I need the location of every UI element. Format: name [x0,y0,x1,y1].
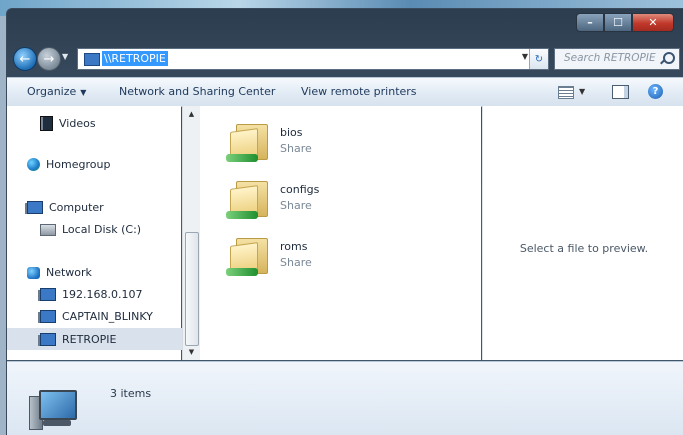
preview-pane-icon[interactable] [612,85,629,99]
hard-disk-icon [40,223,56,236]
nav-item-label: Videos [59,117,96,130]
scrollbar-thumb[interactable] [185,232,199,346]
search-placeholder: Search RETROPIE [564,52,656,64]
help-icon[interactable]: ? [648,84,663,99]
file-type: Share [280,199,312,212]
file-name: roms [280,240,308,253]
nav-item-label: Homegroup [46,158,111,171]
address-dropdown-icon[interactable]: ▼ [522,52,528,61]
shared-folder-icon [226,236,272,278]
address-bar[interactable]: \\RETROPIE ▼ ↻ [77,48,549,70]
nav-item-homegroup[interactable]: Homegroup [27,158,110,171]
file-type: Share [280,256,312,269]
back-button[interactable]: ← [13,47,37,71]
search-input[interactable]: Search RETROPIE [554,48,680,70]
command-bar: Organize ▼ Network and Sharing Center Vie… [7,77,683,107]
file-name: configs [280,183,320,196]
preview-pane: Select a file to preview. [482,106,683,360]
network-computer-icon [84,53,100,66]
network-computer-icon [29,390,77,430]
network-computer-icon [40,332,56,346]
close-button[interactable]: ✕ [632,13,674,32]
search-icon[interactable] [663,52,675,64]
nav-item-computer[interactable]: Computer [27,201,104,214]
file-type: Share [280,142,312,155]
minimize-button[interactable]: – [576,13,604,32]
maximize-button[interactable]: ☐ [604,13,632,32]
caption-controls: – ☐ ✕ [576,13,674,32]
file-item-bios[interactable]: bios Share [220,120,480,170]
item-count: 3 items [110,387,152,400]
nav-item-label: 192.168.0.107 [62,288,143,301]
file-list: bios Share configs Share roms Share [200,106,481,360]
chevron-down-icon: ▼ [80,88,87,97]
recent-pages-dropdown-icon[interactable]: ▼ [62,52,68,61]
views-dropdown-icon[interactable]: ▼ [579,87,585,96]
shared-folder-icon [226,179,272,221]
nav-item-local-disk[interactable]: Local Disk (C:) [40,223,141,236]
nav-item-label: CAPTAIN_BLINKY [62,310,153,323]
nav-item-label: Network [46,266,92,279]
refresh-button[interactable]: ↻ [529,49,548,69]
nav-item-videos[interactable]: Videos [40,116,96,131]
file-name: bios [280,126,303,139]
address-path[interactable]: \\RETROPIE [102,51,168,66]
nav-item-network[interactable]: Network [27,266,92,279]
change-view-icon[interactable] [558,86,574,99]
video-library-icon [40,116,53,131]
navigation-pane: Videos Homegroup Computer Local Disk (C:… [7,106,182,360]
address-row: ← → ▼ \\RETROPIE ▼ ↻ Search RETROPIE [7,45,683,73]
scroll-up-arrow-icon[interactable]: ▲ [183,106,200,122]
organize-button[interactable]: Organize ▼ [27,85,86,98]
explorer-window: – ☐ ✕ ← → ▼ \\RETROPIE ▼ ↻ Search RETROP… [6,8,683,435]
homegroup-icon [27,158,40,171]
forward-button[interactable]: → [37,47,61,71]
organize-label: Organize [27,85,77,98]
nav-item-label: RETROPIE [62,332,117,346]
view-remote-printers-button[interactable]: View remote printers [301,85,417,98]
shared-folder-icon [226,122,272,164]
nav-item-label: Local Disk (C:) [62,223,142,236]
nav-item-label: Computer [49,201,104,214]
computer-icon [27,201,43,214]
nav-item-retropie[interactable]: RETROPIE [7,328,182,350]
scroll-down-arrow-icon[interactable]: ▼ [183,344,200,360]
network-computer-icon [40,310,56,323]
network-sharing-center-button[interactable]: Network and Sharing Center [119,85,275,98]
nav-item-host-192-168-0-107[interactable]: 192.168.0.107 [40,288,142,301]
network-icon [27,266,40,279]
preview-message: Select a file to preview. [519,242,649,255]
network-computer-icon [40,288,56,301]
file-item-configs[interactable]: configs Share [220,177,480,227]
file-item-roms[interactable]: roms Share [220,234,480,284]
navigation-scrollbar[interactable]: ▲ ▼ [182,106,200,360]
details-pane: 3 items [7,361,683,435]
nav-item-captain-blinky[interactable]: CAPTAIN_BLINKY [40,310,153,323]
